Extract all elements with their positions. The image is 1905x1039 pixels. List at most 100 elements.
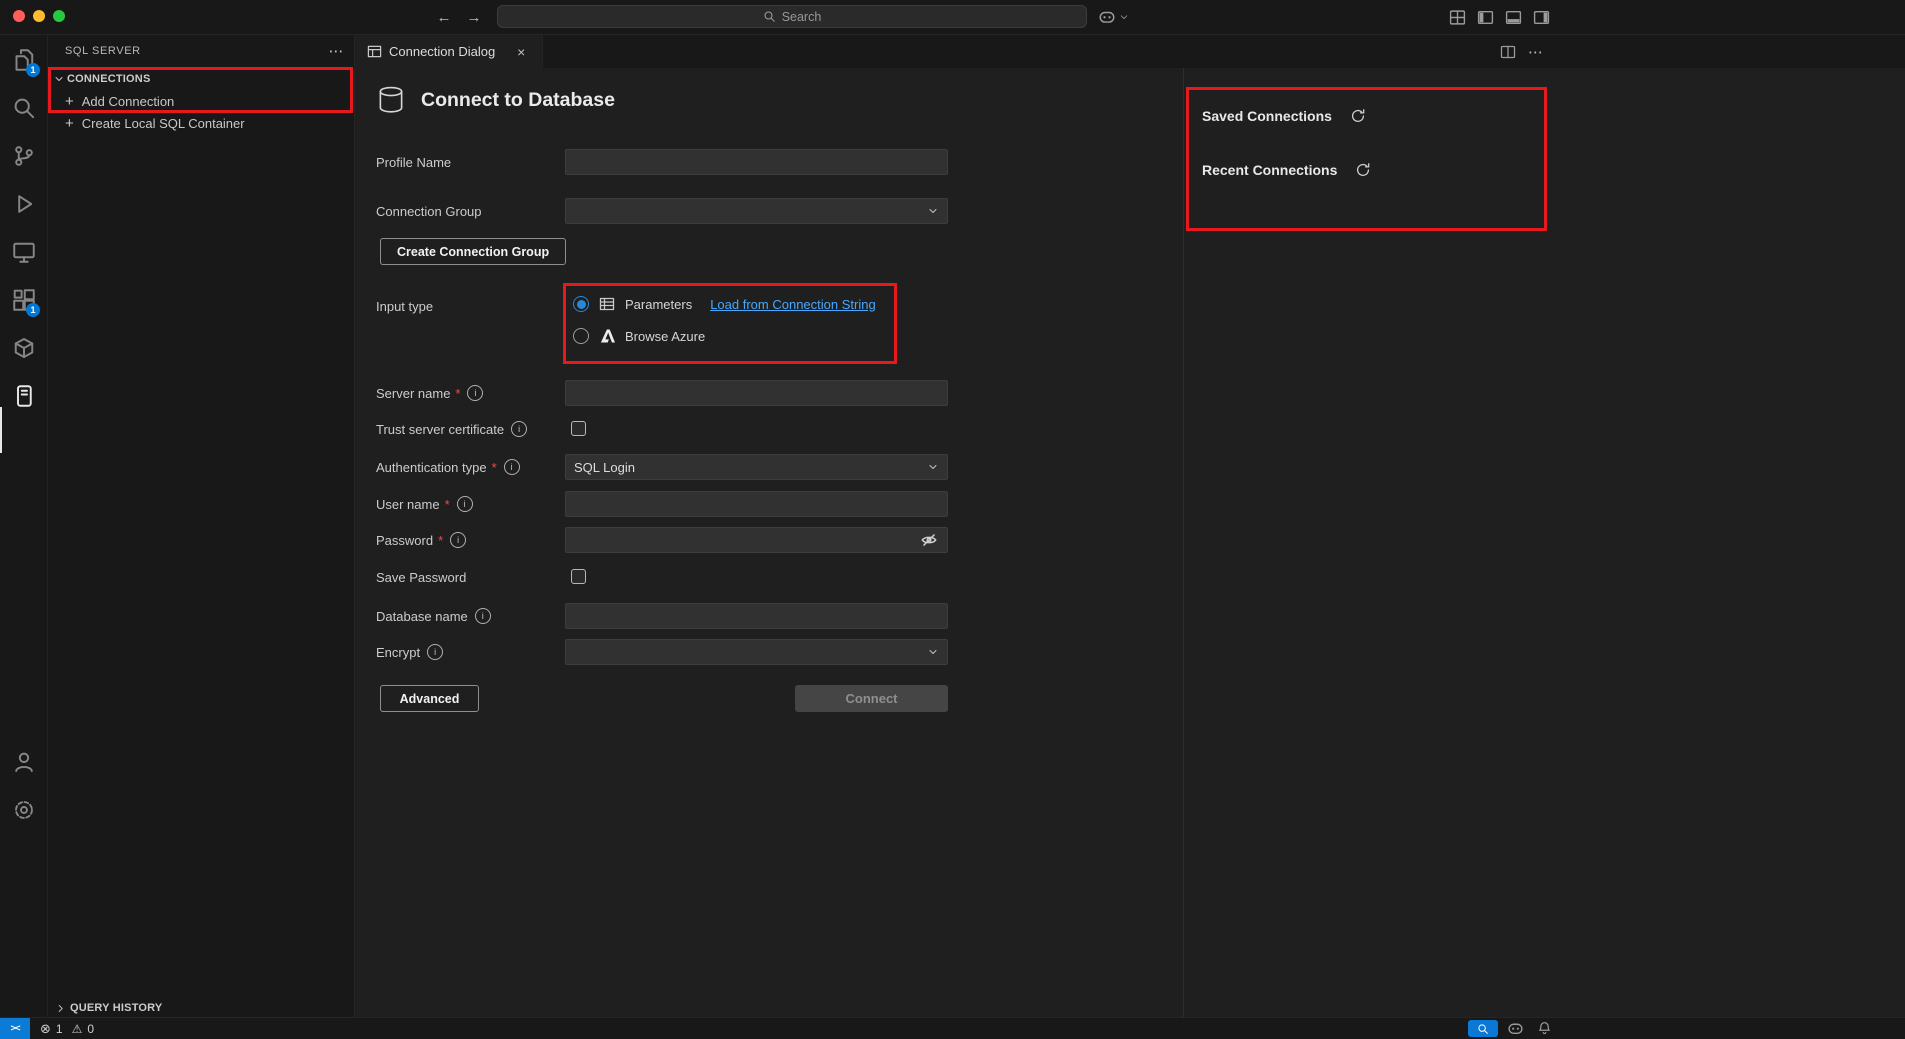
dialog-heading: Connect to Database <box>376 84 615 116</box>
notifications-bell-icon[interactable] <box>1533 1020 1555 1037</box>
query-history-label: QUERY HISTORY <box>70 1002 162 1014</box>
encrypt-label: Encrypt i <box>376 639 443 665</box>
create-connection-group-button[interactable]: Create Connection Group <box>380 238 566 265</box>
problems-status[interactable]: ⊗ 1 ⚠ 0 <box>40 1018 94 1039</box>
saved-connections-header: Saved Connections <box>1202 104 1366 128</box>
input-type-label: Input type <box>376 293 433 319</box>
browse-azure-radio[interactable] <box>573 328 589 344</box>
active-view-indicator <box>0 407 2 453</box>
accounts-icon[interactable] <box>12 750 36 774</box>
forward-icon[interactable]: → <box>462 5 486 29</box>
info-icon[interactable]: i <box>475 608 491 624</box>
user-name-label: User name * i <box>376 491 473 517</box>
connection-dialog-webview: Connect to Database Profile Name Connect… <box>355 68 1905 1017</box>
warning-count: 0 <box>87 1022 94 1036</box>
info-icon[interactable]: i <box>450 532 466 548</box>
create-local-sql-container-label: Create Local SQL Container <box>82 116 245 131</box>
create-local-sql-container-item[interactable]: + Create Local SQL Container <box>48 112 355 134</box>
trust-server-certificate-label: Trust server certificate i <box>376 416 527 442</box>
remote-explorer-icon[interactable] <box>12 240 36 264</box>
add-connection-item[interactable]: + Add Connection <box>48 90 355 112</box>
zoom-status-item[interactable] <box>1468 1020 1498 1037</box>
toggle-primary-sidebar-icon[interactable] <box>1477 9 1494 26</box>
database-name-input[interactable] <box>565 603 948 629</box>
toggle-secondary-sidebar-icon[interactable] <box>1533 9 1550 26</box>
status-bar: >< ⊗ 1 ⚠ 0 <box>0 1017 1905 1039</box>
add-icon: + <box>65 116 74 131</box>
settings-gear-icon[interactable] <box>12 798 36 822</box>
encrypt-dropdown[interactable] <box>565 639 948 665</box>
chevron-down-icon <box>927 646 939 658</box>
connections-section-label: CONNECTIONS <box>67 73 150 85</box>
database-name-label: Database name i <box>376 603 491 629</box>
close-window-button[interactable] <box>13 10 25 22</box>
refresh-icon[interactable] <box>1355 162 1371 178</box>
tab-connection-dialog[interactable]: Connection Dialog × <box>355 35 543 68</box>
error-icon: ⊗ <box>40 1021 51 1037</box>
minimize-window-button[interactable] <box>33 10 45 22</box>
zoom-icon <box>1477 1023 1489 1035</box>
user-name-input[interactable] <box>565 491 948 517</box>
connection-dialog-tab-icon <box>367 44 382 59</box>
azure-icon <box>599 328 615 344</box>
authentication-type-dropdown[interactable]: SQL Login <box>565 454 948 480</box>
search-input[interactable]: Search <box>497 5 1087 28</box>
back-icon[interactable]: ← <box>432 5 456 29</box>
info-icon[interactable]: i <box>504 459 520 475</box>
run-debug-icon[interactable] <box>12 192 36 216</box>
query-history-section-header[interactable]: QUERY HISTORY <box>48 997 355 1019</box>
search-view-icon[interactable] <box>12 96 36 120</box>
server-name-input[interactable] <box>565 380 948 406</box>
editor-actions: ⋯ <box>1500 35 1543 68</box>
source-control-icon[interactable] <box>12 144 36 168</box>
chevron-down-icon <box>927 461 939 473</box>
warning-icon: ⚠ <box>72 1022 83 1036</box>
refresh-icon[interactable] <box>1350 108 1366 124</box>
info-icon[interactable]: i <box>467 385 483 401</box>
editor-tab-bar: Connection Dialog × ⋯ <box>355 35 1905 68</box>
title-bar: ← → Search <box>0 0 1905 35</box>
chevron-down-icon <box>53 73 65 85</box>
dialog-title: Connect to Database <box>421 89 615 112</box>
copilot-icon <box>1098 8 1116 26</box>
copilot-menu[interactable] <box>1098 8 1129 26</box>
connect-button[interactable]: Connect <box>795 685 948 712</box>
toggle-panel-icon[interactable] <box>1505 9 1522 26</box>
extensions-badge: 1 <box>26 303 40 317</box>
advanced-button[interactable]: Advanced <box>380 685 479 712</box>
remote-indicator[interactable]: >< <box>0 1018 30 1039</box>
save-password-checkbox[interactable] <box>571 569 586 584</box>
info-icon[interactable]: i <box>457 496 473 512</box>
parameters-radio[interactable] <box>573 296 589 312</box>
customize-layout-icon[interactable] <box>1449 9 1466 26</box>
profile-name-input[interactable] <box>565 149 948 175</box>
toggle-password-visibility-icon[interactable] <box>920 531 938 549</box>
split-editor-icon[interactable] <box>1500 44 1516 60</box>
connection-group-dropdown[interactable] <box>565 198 948 224</box>
connection-group-label: Connection Group <box>376 198 482 224</box>
password-input[interactable] <box>565 527 948 553</box>
info-icon[interactable]: i <box>427 644 443 660</box>
connections-section-header[interactable]: CONNECTIONS <box>48 68 355 90</box>
trust-server-certificate-checkbox[interactable] <box>571 421 586 436</box>
sidebar-title: SQL SERVER <box>65 35 141 67</box>
sql-server-view-icon[interactable] <box>12 384 36 408</box>
remote-icon: >< <box>10 1023 19 1034</box>
info-icon[interactable]: i <box>511 421 527 437</box>
sidebar-more-actions-icon[interactable]: ⋯ <box>326 41 346 61</box>
add-icon: + <box>65 94 74 109</box>
copilot-status-icon[interactable] <box>1504 1020 1526 1037</box>
parameters-label: Parameters <box>625 297 692 312</box>
parameters-radio-row: Parameters Load from Connection String <box>573 296 876 312</box>
package-icon[interactable] <box>12 336 36 360</box>
profile-name-label: Profile Name <box>376 149 451 175</box>
more-actions-icon[interactable]: ⋯ <box>1528 43 1543 61</box>
zoom-window-button[interactable] <box>53 10 65 22</box>
close-tab-icon[interactable]: × <box>512 43 530 61</box>
chevron-right-icon <box>55 1003 66 1014</box>
authentication-type-label: Authentication type * i <box>376 454 520 480</box>
layout-controls <box>1449 9 1550 26</box>
sql-server-sidebar: SQL SERVER ⋯ CONNECTIONS + Add Connectio… <box>48 35 355 1017</box>
required-asterisk: * <box>455 386 460 401</box>
load-from-connection-string-link[interactable]: Load from Connection String <box>710 297 875 312</box>
